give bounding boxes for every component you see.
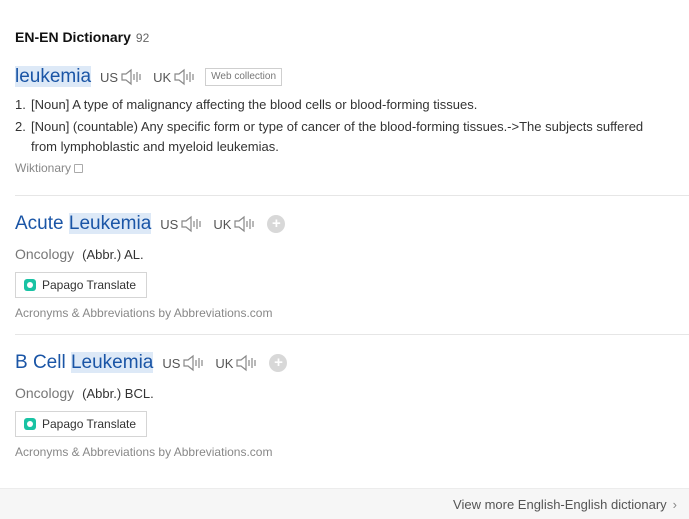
source-link[interactable]: Acronyms & Abbreviations by Abbreviation…	[15, 445, 689, 459]
section-header: EN-EN Dictionary 92	[15, 29, 149, 45]
definition-row: Oncology (Abbr.) BCL.	[15, 385, 689, 401]
section-title: EN-EN Dictionary	[15, 29, 131, 45]
field-label: Oncology	[15, 385, 75, 401]
pronunciation-us: US	[162, 354, 206, 372]
speaker-icon[interactable]	[120, 68, 144, 86]
speaker-icon[interactable]	[235, 354, 259, 372]
meaning-list: 1. [Noun] A type of malignancy affecting …	[15, 95, 689, 157]
source-link[interactable]: Wiktionary	[15, 161, 689, 175]
abbreviation: (Abbr.) AL.	[82, 247, 144, 262]
definition-row: Oncology (Abbr.) AL.	[15, 246, 689, 262]
pronunciation-us: US	[100, 68, 144, 86]
add-to-wordbook-icon[interactable]: +	[269, 354, 288, 372]
web-collection-badge: Web collection	[205, 68, 283, 86]
papago-logo-icon	[24, 279, 36, 291]
abbreviation: (Abbr.) BCL.	[82, 386, 154, 401]
headword-link[interactable]: Acute Leukemia	[15, 213, 152, 235]
papago-translate-button[interactable]: Papago Translate	[15, 411, 148, 437]
headword-link[interactable]: B Cell Leukemia	[15, 352, 154, 374]
dictionary-entry: leukemia US UK Web collection 1. [Noun] A…	[15, 65, 689, 175]
speaker-icon[interactable]	[182, 354, 206, 372]
chevron-right-icon: ›	[672, 497, 677, 512]
add-to-wordbook-icon[interactable]: +	[267, 215, 286, 233]
speaker-icon[interactable]	[233, 215, 257, 233]
papago-translate-button[interactable]: Papago Translate	[15, 272, 148, 298]
view-more-link[interactable]: View more English-English dictionary ›	[453, 497, 677, 512]
dictionary-entry: Acute Leukemia US UK + Oncology (Abbr.) …	[15, 212, 689, 320]
meaning-item: 1. [Noun] A type of malignancy affecting …	[15, 97, 478, 112]
result-count: 92	[135, 31, 150, 45]
external-link-icon	[74, 163, 84, 173]
field-label: Oncology	[15, 246, 75, 262]
source-link[interactable]: Acronyms & Abbreviations by Abbreviation…	[15, 306, 689, 320]
speaker-icon[interactable]	[173, 68, 197, 86]
divider	[15, 195, 689, 196]
pronunciation-uk: UK	[213, 215, 257, 233]
footer-bar: View more English-English dictionary ›	[0, 488, 689, 519]
dictionary-entry: B Cell Leukemia US UK + Oncology (Abbr.)…	[15, 351, 689, 459]
divider	[15, 334, 689, 335]
papago-logo-icon	[24, 418, 36, 430]
pronunciation-us: US	[160, 215, 204, 233]
pronunciation-uk: UK	[153, 68, 197, 86]
headword-link[interactable]: leukemia	[15, 66, 92, 88]
meaning-item: 2. [Noun] (countable) Any specific form o…	[15, 119, 644, 154]
pronunciation-uk: UK	[215, 354, 259, 372]
speaker-icon[interactable]	[180, 215, 204, 233]
